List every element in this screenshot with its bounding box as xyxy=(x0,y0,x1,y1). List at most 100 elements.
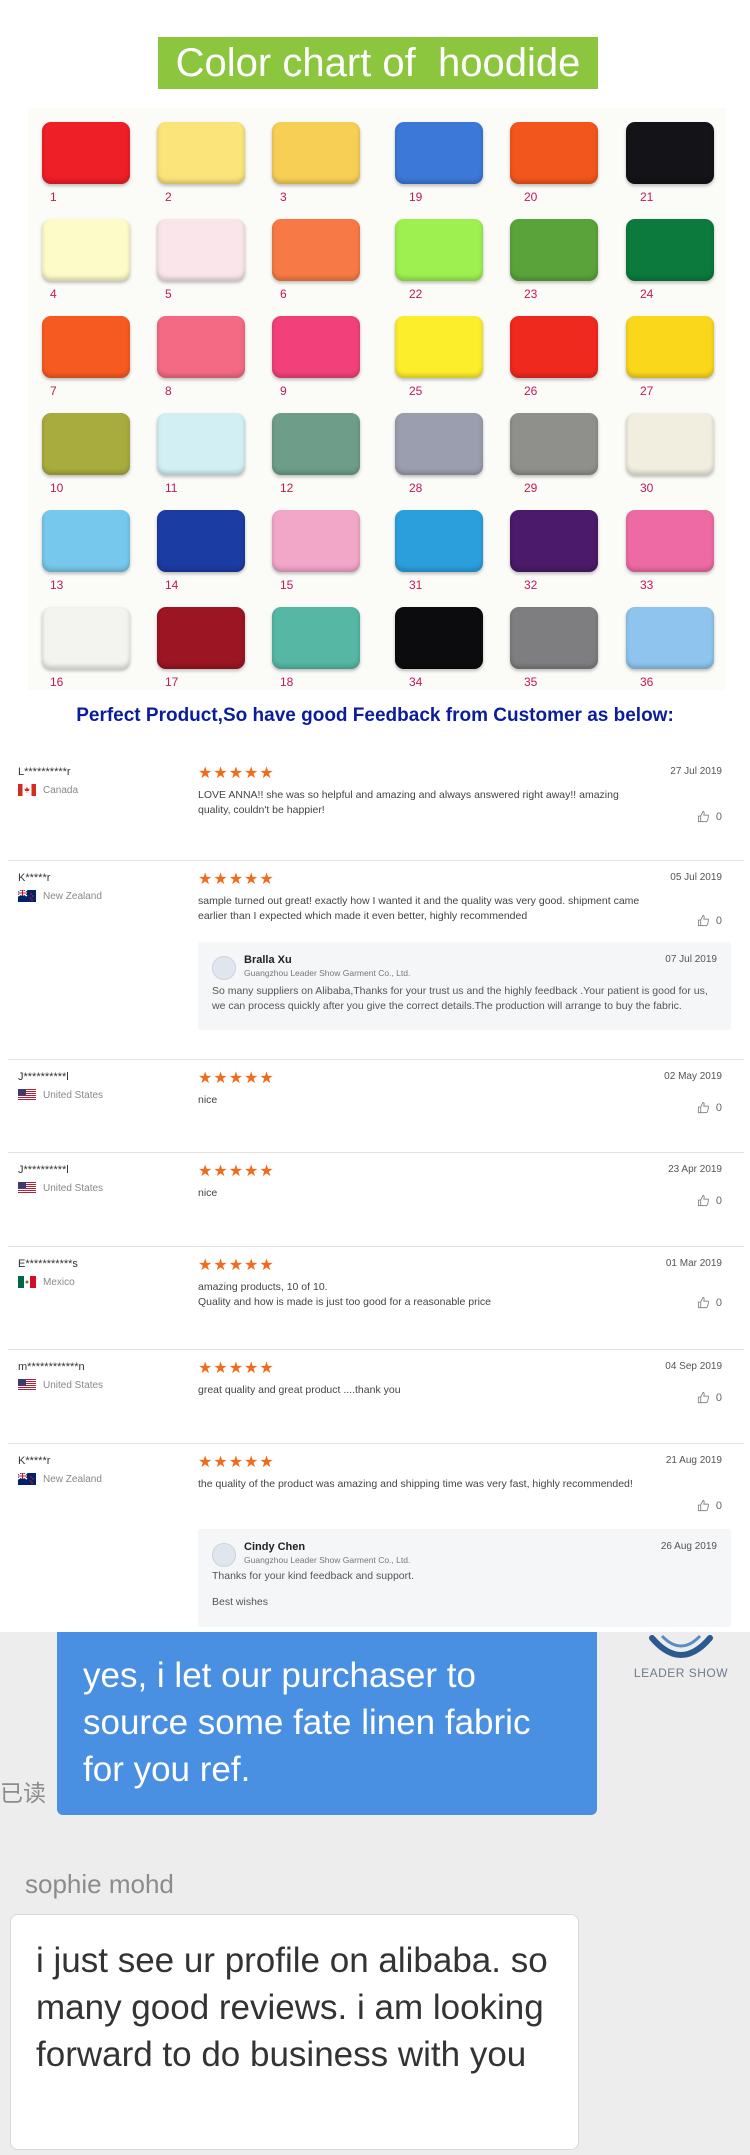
swatch-color-block xyxy=(626,607,714,669)
reviewer-country: Mexico xyxy=(18,1276,75,1288)
color-swatch-23: 23 xyxy=(510,219,602,311)
swatch-number: 30 xyxy=(640,481,654,495)
swatch-color-block xyxy=(42,607,130,669)
color-swatch-1: 1 xyxy=(42,122,134,214)
country-name: Canada xyxy=(43,784,79,796)
like-button[interactable]: 0 xyxy=(697,810,722,823)
color-swatch-2: 2 xyxy=(157,122,249,214)
review-date: 23 Apr 2019 xyxy=(668,1164,722,1175)
swatch-color-block xyxy=(42,122,130,184)
review-text: nice xyxy=(198,1094,218,1106)
reply-text: So many suppliers on Alibaba,Thanks for … xyxy=(212,985,708,1012)
thumbs-up-icon xyxy=(697,1499,716,1512)
like-button[interactable]: 0 xyxy=(697,1101,722,1114)
swatch-color-block xyxy=(626,122,714,184)
review-item: K*****r New Zealand ★★★★★ 21 Aug 2019 the qu… xyxy=(8,1443,744,1632)
swatch-color-block xyxy=(272,607,360,669)
reply-signoff: Best wishes xyxy=(212,1596,269,1608)
country-name: New Zealand xyxy=(43,1473,102,1485)
review-date: 02 May 2019 xyxy=(664,1071,722,1082)
swatch-number: 36 xyxy=(640,675,654,689)
swatch-number: 5 xyxy=(165,287,172,301)
swatch-number: 8 xyxy=(165,384,172,398)
reply-date: 07 Jul 2019 xyxy=(665,954,717,965)
color-swatch-3: 3 xyxy=(272,122,364,214)
swatch-number: 32 xyxy=(524,578,538,592)
review-date: 21 Aug 2019 xyxy=(665,1455,722,1466)
swatch-number: 21 xyxy=(640,190,654,204)
star-rating-icon: ★★★★★ xyxy=(198,1163,275,1180)
review-item: E***********s Mexico ★★★★★ 01 Mar 2019 amazi… xyxy=(8,1246,744,1350)
swatch-number: 26 xyxy=(524,384,538,398)
swatch-number: 19 xyxy=(409,190,423,204)
like-button[interactable]: 0 xyxy=(697,1391,722,1404)
color-swatch-16: 16 xyxy=(42,607,134,699)
reply-author-name: Cindy Chen xyxy=(244,1541,306,1553)
like-button[interactable]: 0 xyxy=(697,1296,722,1309)
swatch-number: 3 xyxy=(280,190,287,204)
reply-author-name: Bralla Xu xyxy=(244,954,292,966)
reviewer-name: J**********l xyxy=(18,1071,69,1083)
reviewer-name: J**********l xyxy=(18,1164,69,1176)
color-swatch-11: 11 xyxy=(157,413,249,505)
review-item: J**********l United States ★★★★★ 23 Apr 201… xyxy=(8,1152,744,1247)
chart-title: Color chart of hoodide xyxy=(158,37,598,89)
chat-area: yes, i let our purchaser to source some … xyxy=(0,1632,750,2155)
thumbs-up-icon xyxy=(697,1101,716,1114)
reply-date: 26 Aug 2019 xyxy=(660,1541,717,1552)
swatch-color-block xyxy=(510,510,598,572)
review-text: LOVE ANNA!! she was so helpful and amazi… xyxy=(198,789,619,816)
swatch-number: 17 xyxy=(165,675,179,689)
like-count: 0 xyxy=(715,1499,722,1512)
usa-flag-icon xyxy=(18,1182,36,1194)
color-swatch-8: 8 xyxy=(157,316,249,408)
country-name: United States xyxy=(43,1182,104,1194)
reviewer-country: United States xyxy=(18,1182,103,1194)
mexico-flag-icon xyxy=(18,1276,36,1288)
like-button[interactable]: 0 xyxy=(697,914,722,927)
color-swatch-26: 26 xyxy=(510,316,602,408)
leader-show-logo-text: LEADER SHOW xyxy=(633,1666,729,1680)
swatch-number: 24 xyxy=(640,287,654,301)
swatch-color-block xyxy=(272,316,360,378)
swatch-number: 13 xyxy=(50,578,64,592)
swatch-color-block xyxy=(157,413,245,475)
color-swatch-14: 14 xyxy=(157,510,249,602)
color-swatch-34: 34 xyxy=(395,607,487,699)
color-swatch-24: 24 xyxy=(626,219,718,311)
thumbs-up-icon xyxy=(697,1391,716,1404)
incoming-message-bubble[interactable]: i just see ur profile on alibaba. so man… xyxy=(10,1914,579,2150)
country-name: United States xyxy=(43,1089,104,1101)
swatch-number: 10 xyxy=(50,481,64,495)
color-swatch-6: 6 xyxy=(272,219,364,311)
swatch-number: 11 xyxy=(165,481,178,495)
swatch-color-block xyxy=(157,122,245,184)
thumbs-up-icon xyxy=(697,914,716,927)
swatch-number: 25 xyxy=(409,384,423,398)
swatch-color-block xyxy=(157,510,245,572)
color-swatch-27: 27 xyxy=(626,316,718,408)
thumbs-up-icon xyxy=(697,1296,716,1309)
swatch-color-block xyxy=(510,219,598,281)
review-text: amazing products, 10 of 10. Quality and … xyxy=(198,1281,492,1308)
swatch-color-block xyxy=(395,316,483,378)
review-item: J**********l United States ★★★★★ 02 May 201… xyxy=(8,1059,744,1153)
color-swatch-36: 36 xyxy=(626,607,718,699)
supplier-reply: Cindy Chen Guangzhou Leader Show Garment … xyxy=(198,1529,731,1627)
canada-flag-icon xyxy=(18,784,36,796)
outgoing-message-bubble[interactable]: yes, i let our purchaser to source some … xyxy=(57,1632,597,1815)
swatch-color-block xyxy=(395,219,483,281)
color-swatch-29: 29 xyxy=(510,413,602,505)
like-count: 0 xyxy=(715,1391,722,1404)
read-status-label: 已读 xyxy=(0,1780,46,1806)
swatch-color-block xyxy=(272,413,360,475)
color-swatch-31: 31 xyxy=(395,510,487,602)
color-swatch-28: 28 xyxy=(395,413,487,505)
swatch-color-block xyxy=(157,607,245,669)
reply-text: Thanks for your kind feedback and suppor… xyxy=(212,1570,414,1582)
swatch-color-block xyxy=(42,510,130,572)
swatch-number: 15 xyxy=(280,578,294,592)
like-button[interactable]: 0 xyxy=(697,1499,722,1512)
like-button[interactable]: 0 xyxy=(697,1194,722,1207)
like-count: 0 xyxy=(715,1296,722,1309)
